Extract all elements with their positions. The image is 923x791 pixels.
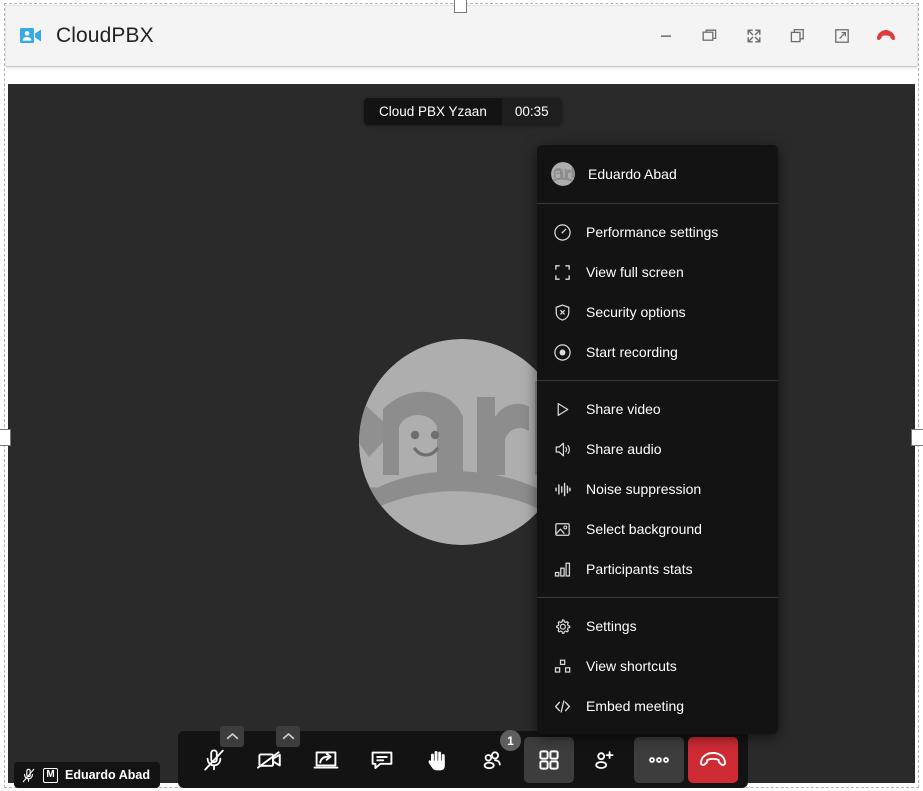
fullscreen-corners-icon xyxy=(551,261,573,283)
meeting-toolbar: 1 xyxy=(178,726,748,788)
camera-options-chevron-up-icon[interactable] xyxy=(276,726,300,747)
menu-item-participants-stats[interactable]: Participants stats xyxy=(537,549,778,589)
menu-header-user[interactable]: Eduardo Abad xyxy=(537,145,778,203)
menu-group-settings: Settings View shortcuts Embed meeting xyxy=(537,598,778,734)
participants-button[interactable]: 1 xyxy=(468,730,521,782)
microphone-options-chevron-up-icon[interactable] xyxy=(220,726,244,747)
menu-item-noise-suppression[interactable]: Noise suppression xyxy=(537,469,778,509)
gear-icon xyxy=(551,615,573,637)
menu-item-share-audio[interactable]: Share audio xyxy=(537,429,778,469)
avatar xyxy=(551,162,575,186)
meeting-subject-pill: Cloud PBX Yzaan 00:35 xyxy=(364,98,562,125)
menu-item-label: Security options xyxy=(586,304,686,320)
menu-item-start-recording[interactable]: Start recording xyxy=(537,332,778,372)
speaker-icon xyxy=(551,438,573,460)
menu-item-label: Start recording xyxy=(586,344,678,360)
menu-group-general: Performance settings View full screen Se… xyxy=(537,204,778,380)
menu-item-label: Select background xyxy=(586,521,702,537)
code-brackets-icon xyxy=(551,695,573,717)
page-title: CloudPBX xyxy=(56,24,154,47)
mic-muted-icon xyxy=(21,767,36,784)
title-bar: CloudPBX xyxy=(5,5,918,70)
image-icon xyxy=(551,518,573,540)
screen-share-button[interactable] xyxy=(300,737,352,782)
moderator-badge: M xyxy=(43,767,58,783)
menu-user-name: Eduardo Abad xyxy=(588,166,677,182)
minimize-icon[interactable] xyxy=(649,19,683,53)
restore-window-icon[interactable] xyxy=(693,19,727,53)
menu-item-settings[interactable]: Settings xyxy=(537,606,778,646)
video-contact-icon xyxy=(20,27,42,45)
menu-item-label: View shortcuts xyxy=(586,658,677,674)
window-controls xyxy=(649,19,903,53)
meeting-timer: 00:35 xyxy=(501,98,562,125)
menu-item-label: Share video xyxy=(586,401,661,417)
camera-toggle-button[interactable] xyxy=(244,726,300,782)
menu-item-view-full-screen[interactable]: View full screen xyxy=(537,252,778,292)
menu-item-label: Participants stats xyxy=(586,561,693,577)
gauge-icon xyxy=(551,221,573,243)
expand-fullscreen-icon[interactable] xyxy=(737,19,771,53)
avatar xyxy=(359,339,565,545)
play-triangle-icon xyxy=(551,398,573,420)
menu-item-label: Performance settings xyxy=(586,224,719,240)
menu-group-media: Share video Share audio Noise suppressio… xyxy=(537,381,778,597)
menu-item-performance-settings[interactable]: Performance settings xyxy=(537,212,778,252)
resize-handle-top[interactable] xyxy=(454,0,467,13)
local-participant-name: Eduardo Abad xyxy=(65,768,150,782)
resize-handle-left[interactable] xyxy=(0,429,11,446)
copy-icon[interactable] xyxy=(781,19,815,53)
menu-item-select-background[interactable]: Select background xyxy=(537,509,778,549)
more-options-button[interactable] xyxy=(634,736,684,783)
menu-item-label: Noise suppression xyxy=(586,481,702,497)
menu-item-label: Share audio xyxy=(586,441,662,457)
tile-view-button[interactable] xyxy=(524,736,574,783)
leave-meeting-button[interactable] xyxy=(688,736,738,783)
microphone-toggle-button[interactable] xyxy=(188,726,244,782)
menu-item-share-video[interactable]: Share video xyxy=(537,389,778,429)
raise-hand-button[interactable] xyxy=(412,737,464,782)
cloudpbx-window: CloudPBX Cloud PBX Yzaan 00:35 Eduardo A… xyxy=(0,0,923,791)
more-options-menu: Eduardo Abad Performance settings View f… xyxy=(537,145,778,734)
invite-people-button[interactable] xyxy=(578,737,630,782)
menu-item-view-shortcuts[interactable]: View shortcuts xyxy=(537,646,778,686)
bar-chart-icon xyxy=(551,558,573,580)
waveform-icon xyxy=(551,478,573,500)
resize-handle-right[interactable] xyxy=(911,429,923,446)
local-participant-chip: M Eduardo Abad xyxy=(14,762,160,788)
participants-count-badge: 1 xyxy=(500,730,521,751)
menu-item-label: Embed meeting xyxy=(586,698,685,714)
external-link-icon[interactable] xyxy=(825,19,859,53)
chat-button[interactable] xyxy=(356,737,408,782)
keyboard-shortcuts-icon xyxy=(551,655,573,677)
record-dot-icon xyxy=(551,341,573,363)
meeting-subject: Cloud PBX Yzaan xyxy=(364,98,502,125)
phone-hangup-icon[interactable] xyxy=(869,19,903,53)
shield-lock-icon xyxy=(551,301,573,323)
menu-item-embed-meeting[interactable]: Embed meeting xyxy=(537,686,778,726)
menu-item-label: View full screen xyxy=(586,264,684,280)
menu-item-label: Settings xyxy=(586,618,637,634)
menu-item-security-options[interactable]: Security options xyxy=(537,292,778,332)
